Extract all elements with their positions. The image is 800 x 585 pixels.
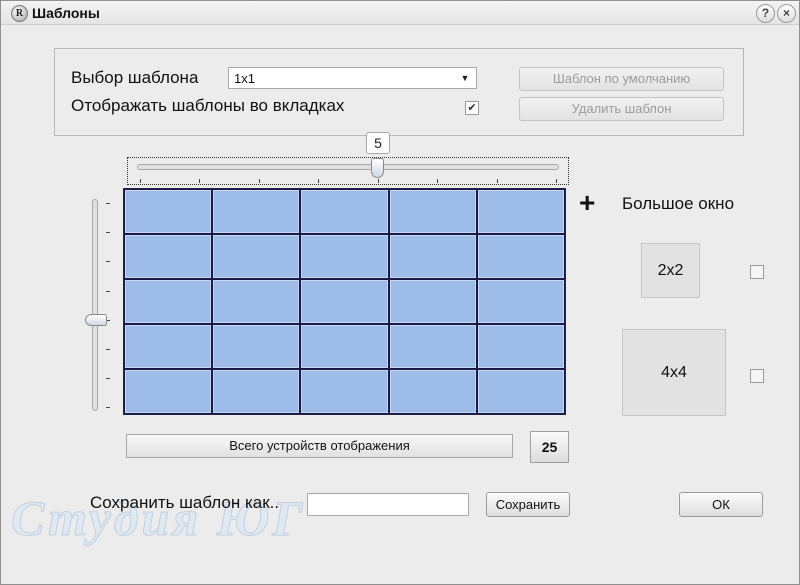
plus-icon[interactable]: + bbox=[579, 189, 595, 217]
slider-tick bbox=[497, 179, 498, 183]
grid-cell[interactable] bbox=[301, 190, 388, 233]
default-template-button[interactable]: Шаблон по умолчанию bbox=[519, 67, 724, 91]
slider-tick bbox=[259, 179, 260, 183]
template-name-input[interactable] bbox=[307, 493, 469, 516]
slider-tick bbox=[318, 179, 319, 183]
show-in-tabs-checkbox[interactable]: ✔ bbox=[465, 101, 479, 115]
preset-2x2-button[interactable]: 2x2 bbox=[641, 243, 700, 298]
slider-tick bbox=[556, 179, 557, 183]
slider-tick bbox=[140, 179, 141, 183]
grid-cell[interactable] bbox=[301, 370, 388, 413]
window-title: Шаблоны bbox=[32, 5, 100, 21]
grid-cell[interactable] bbox=[389, 325, 476, 368]
grid-cell[interactable] bbox=[213, 280, 300, 323]
slider-tick bbox=[106, 349, 110, 350]
ok-button[interactable]: ОК bbox=[679, 492, 763, 517]
rows-slider-track[interactable] bbox=[92, 199, 98, 411]
slider-tick bbox=[106, 232, 110, 233]
slider-tick bbox=[106, 378, 110, 379]
grid-cell[interactable] bbox=[389, 190, 476, 233]
grid-cell[interactable] bbox=[125, 325, 212, 368]
slider-tick bbox=[437, 179, 438, 183]
template-select-label: Выбор шаблона bbox=[71, 68, 199, 87]
columns-slider-value: 5 bbox=[366, 132, 390, 154]
template-select[interactable]: 1x1 ▼ bbox=[228, 67, 477, 89]
app-logo-icon: R bbox=[11, 5, 28, 22]
title-bar: R Шаблоны ? × bbox=[1, 1, 799, 25]
preset-4x4-button[interactable]: 4x4 bbox=[622, 329, 726, 416]
slider-tick bbox=[106, 291, 110, 292]
help-button[interactable]: ? bbox=[756, 4, 775, 23]
columns-slider-track[interactable] bbox=[137, 164, 559, 170]
grid-cell[interactable] bbox=[213, 235, 300, 278]
grid-cell[interactable] bbox=[477, 370, 564, 413]
grid-cell[interactable] bbox=[213, 190, 300, 233]
delete-template-button[interactable]: Удалить шаблон bbox=[519, 97, 724, 121]
templates-dialog: R Шаблоны ? × Выбор шаблона 1x1 ▼ Отобра… bbox=[0, 0, 800, 585]
grid-cell[interactable] bbox=[125, 235, 212, 278]
grid-cell[interactable] bbox=[477, 280, 564, 323]
grid-cell[interactable] bbox=[301, 325, 388, 368]
rows-slider-handle[interactable] bbox=[85, 314, 107, 326]
slider-tick bbox=[199, 179, 200, 183]
save-template-label: Сохранить шаблон как.. bbox=[90, 493, 280, 512]
preset-2x2-checkbox[interactable] bbox=[750, 265, 764, 279]
save-button[interactable]: Сохранить bbox=[486, 492, 570, 517]
show-in-tabs-label: Отображать шаблоны во вкладках bbox=[71, 96, 345, 115]
big-window-label: Большое окно bbox=[622, 194, 735, 213]
preset-4x4-checkbox[interactable] bbox=[750, 369, 764, 383]
columns-slider-handle[interactable] bbox=[371, 158, 384, 178]
grid-cell[interactable] bbox=[125, 190, 212, 233]
grid-cell[interactable] bbox=[301, 235, 388, 278]
total-devices-label: Всего устройств отображения bbox=[126, 434, 513, 458]
slider-tick bbox=[106, 407, 110, 408]
checkmark-icon: ✔ bbox=[467, 102, 477, 114]
template-settings-panel bbox=[54, 48, 744, 136]
slider-tick bbox=[106, 261, 110, 262]
grid-cell[interactable] bbox=[477, 190, 564, 233]
total-devices-count: 25 bbox=[530, 431, 569, 463]
grid-cell[interactable] bbox=[477, 325, 564, 368]
grid-cell[interactable] bbox=[301, 280, 388, 323]
grid-cell[interactable] bbox=[213, 325, 300, 368]
grid-cell[interactable] bbox=[389, 280, 476, 323]
grid-cell[interactable] bbox=[477, 235, 564, 278]
template-grid-preview bbox=[123, 188, 566, 415]
slider-tick bbox=[106, 203, 110, 204]
chevron-down-icon[interactable]: ▼ bbox=[454, 68, 476, 88]
slider-tick bbox=[378, 179, 379, 183]
template-select-value: 1x1 bbox=[234, 71, 255, 86]
grid-cell[interactable] bbox=[213, 370, 300, 413]
grid-cell[interactable] bbox=[389, 370, 476, 413]
columns-slider-focus-frame bbox=[127, 157, 569, 185]
grid-cell[interactable] bbox=[125, 370, 212, 413]
grid-cell[interactable] bbox=[389, 235, 476, 278]
grid-cell[interactable] bbox=[125, 280, 212, 323]
close-button[interactable]: × bbox=[777, 4, 796, 23]
